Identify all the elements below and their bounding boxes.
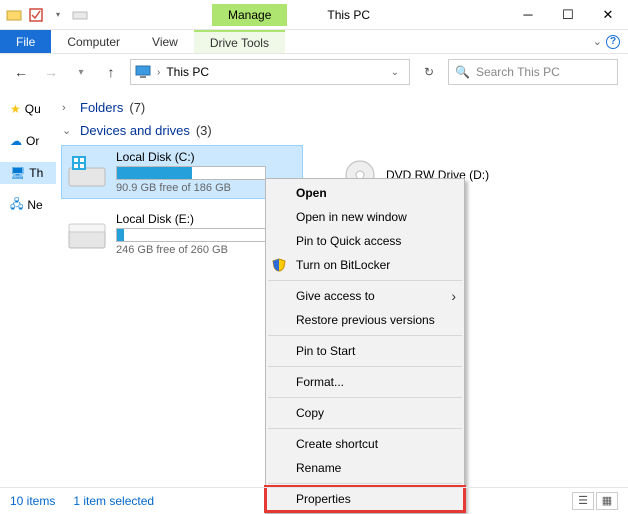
- menu-give-access[interactable]: Give access to: [266, 284, 464, 308]
- title-bar: ▾ Manage This PC ─ ☐ ✕: [0, 0, 628, 30]
- qat-dropdown-icon[interactable]: ▾: [50, 7, 66, 23]
- menu-pin-start[interactable]: Pin to Start: [266, 339, 464, 363]
- this-pc-icon: [135, 64, 151, 80]
- context-menu: Open Open in new window Pin to Quick acc…: [265, 178, 465, 514]
- ribbon-tabs: File Computer View Drive Tools ⌄ ?: [0, 30, 628, 54]
- sidebar-item-this-pc[interactable]: 🖥 Th: [0, 162, 56, 184]
- minimize-button[interactable]: ─: [508, 4, 548, 26]
- group-folders[interactable]: › Folders (7): [62, 100, 628, 115]
- recent-locations-button[interactable]: ▾: [70, 61, 92, 83]
- tab-view[interactable]: View: [136, 30, 194, 53]
- ribbon-help-area: ⌄ ?: [585, 30, 628, 53]
- menu-restore-versions[interactable]: Restore previous versions: [266, 308, 464, 332]
- menu-pin-quick-access[interactable]: Pin to Quick access: [266, 229, 464, 253]
- navigation-bar: ← → ▾ ↑ › This PC ⌄ ↻ 🔍: [0, 54, 628, 90]
- folder-icon: [6, 7, 22, 23]
- window-title: This PC: [327, 8, 370, 22]
- drive-name: Local Disk (C:): [116, 150, 298, 164]
- tab-file[interactable]: File: [0, 30, 51, 53]
- sidebar-item-label: Th: [29, 166, 43, 180]
- drive-icon: [66, 212, 108, 254]
- menu-separator: [268, 335, 462, 336]
- status-bar: 10 items 1 item selected ☰ ▦: [0, 487, 628, 513]
- group-count: (7): [129, 100, 145, 115]
- menu-format[interactable]: Format...: [266, 370, 464, 394]
- menu-open-new-window[interactable]: Open in new window: [266, 205, 464, 229]
- menu-open[interactable]: Open: [266, 181, 464, 205]
- up-button[interactable]: ↑: [100, 61, 122, 83]
- shield-icon: [272, 258, 288, 272]
- tiles-view-button[interactable]: ▦: [596, 492, 618, 510]
- capacity-bar: [116, 228, 266, 242]
- search-box[interactable]: 🔍: [448, 59, 618, 85]
- group-label: Devices and drives: [80, 123, 190, 138]
- close-button[interactable]: ✕: [588, 4, 628, 26]
- address-location[interactable]: This PC: [166, 65, 209, 79]
- pc-icon: 🖥: [10, 166, 25, 180]
- menu-separator: [268, 366, 462, 367]
- sidebar-item-label: Qu: [25, 102, 41, 116]
- navigation-pane: ★ Qu ☁ Or 🖥 Th 🖧 Ne: [0, 90, 56, 480]
- window-controls: ─ ☐ ✕: [508, 4, 628, 26]
- menu-create-shortcut[interactable]: Create shortcut: [266, 432, 464, 456]
- cloud-icon: ☁: [10, 134, 22, 148]
- sidebar-item-quick-access[interactable]: ★ Qu: [0, 98, 56, 120]
- chevron-right-icon[interactable]: ›: [62, 102, 74, 114]
- sidebar-item-label: Or: [26, 134, 39, 148]
- address-chevron-icon[interactable]: ›: [157, 67, 160, 78]
- search-input[interactable]: [476, 65, 611, 79]
- search-icon: 🔍: [455, 65, 470, 79]
- menu-copy[interactable]: Copy: [266, 401, 464, 425]
- back-button[interactable]: ←: [10, 61, 32, 83]
- drive-qat-icon: [72, 7, 88, 23]
- network-icon: 🖧: [10, 195, 23, 216]
- star-icon: ★: [10, 102, 21, 116]
- sidebar-item-label: Ne: [27, 198, 42, 212]
- address-bar[interactable]: › This PC ⌄: [130, 59, 410, 85]
- menu-separator: [268, 483, 462, 484]
- address-dropdown-icon[interactable]: ⌄: [385, 67, 405, 78]
- quick-access-toolbar: ▾: [0, 7, 94, 23]
- maximize-button[interactable]: ☐: [548, 4, 588, 26]
- status-item-count: 10 items: [10, 494, 55, 508]
- menu-rename[interactable]: Rename: [266, 456, 464, 480]
- group-label: Folders: [80, 100, 123, 115]
- chevron-down-icon[interactable]: ⌄: [62, 124, 74, 137]
- group-count: (3): [196, 123, 212, 138]
- sidebar-item-network[interactable]: 🖧 Ne: [0, 194, 56, 216]
- details-view-button[interactable]: ☰: [572, 492, 594, 510]
- drive-icon: [66, 150, 108, 192]
- group-drives[interactable]: ⌄ Devices and drives (3): [62, 123, 628, 138]
- menu-bitlocker[interactable]: Turn on BitLocker: [266, 253, 464, 277]
- capacity-bar: [116, 166, 266, 180]
- expand-ribbon-icon[interactable]: ⌄: [593, 35, 602, 48]
- forward-button[interactable]: →: [40, 61, 62, 83]
- manage-contextual-tab[interactable]: Manage: [212, 4, 287, 26]
- sidebar-item-onedrive[interactable]: ☁ Or: [0, 130, 56, 152]
- status-selection-count: 1 item selected: [73, 494, 154, 508]
- menu-separator: [268, 428, 462, 429]
- menu-label: Turn on BitLocker: [296, 258, 390, 272]
- menu-separator: [268, 397, 462, 398]
- properties-qat-icon[interactable]: [28, 7, 44, 23]
- tab-drive-tools[interactable]: Drive Tools: [194, 30, 285, 53]
- help-icon[interactable]: ?: [606, 35, 620, 49]
- tab-computer[interactable]: Computer: [51, 30, 136, 53]
- refresh-button[interactable]: ↻: [418, 65, 440, 79]
- menu-separator: [268, 280, 462, 281]
